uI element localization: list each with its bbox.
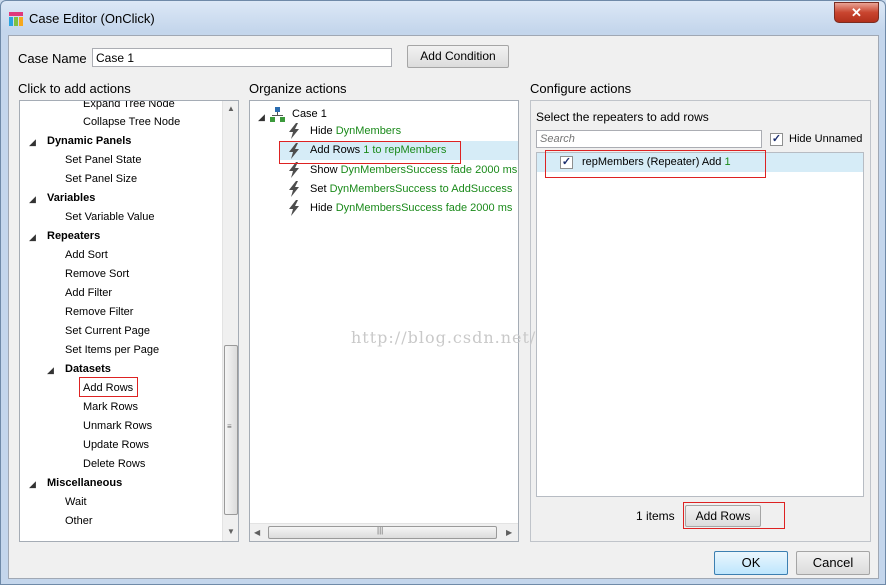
scroll-up-arrow-icon[interactable]: ▲ [227, 104, 235, 113]
action-verb: Hide [310, 125, 333, 137]
action-verb: Set [310, 183, 327, 195]
collapse-triangle-icon[interactable]: ◢ [258, 112, 265, 123]
tree-group-repeaters[interactable]: Repeaters [47, 227, 100, 246]
tree-item-other[interactable]: Other [65, 512, 93, 531]
action-row[interactable]: Show DynMembersSuccess fade 2000 ms [280, 160, 518, 180]
action-detail: DynMembersSuccess fade 2000 ms [340, 164, 518, 176]
tree-item-expand-tree-node[interactable]: Expand Tree Node [83, 101, 175, 114]
tree-item-set-panel-state[interactable]: Set Panel State [65, 151, 141, 170]
tree-item-set-current-page[interactable]: Set Current Page [65, 322, 150, 341]
tree-item-delete-rows[interactable]: Delete Rows [83, 455, 145, 474]
tree-group-variables[interactable]: Variables [47, 189, 95, 208]
search-input[interactable] [536, 130, 762, 148]
action-verb: Hide [310, 202, 333, 214]
title-bar[interactable]: Case Editor (OnClick) ✕ [1, 1, 885, 35]
close-button[interactable]: ✕ [834, 2, 879, 23]
collapse-triangle-icon[interactable]: ◢ [29, 232, 36, 243]
case-name-label: Case Name [18, 51, 87, 66]
scroll-right-arrow-icon[interactable]: ▶ [506, 528, 512, 537]
action-verb: Show [310, 164, 338, 176]
case-name-input[interactable] [92, 48, 392, 67]
add-rows-button[interactable]: Add Rows [685, 505, 761, 527]
tree-item-set-panel-size[interactable]: Set Panel Size [65, 170, 137, 189]
action-row[interactable]: Hide DynMembersSuccess fade 2000 ms [280, 198, 518, 218]
actions-tree: Expand Tree Node Collapse Tree Node ◢ Dy… [19, 100, 239, 542]
lightning-bolt-icon [289, 143, 299, 159]
tree-item-add-sort[interactable]: Add Sort [65, 246, 108, 265]
action-detail: DynMembersSuccess to AddSuccess [329, 183, 513, 195]
scroll-grip-icon: ||| [377, 526, 384, 535]
repeater-row[interactable]: ✓ repMembers (Repeater) Add 1 [537, 153, 863, 172]
left-panel-heading: Click to add actions [18, 81, 131, 96]
lightning-bolt-icon [289, 123, 299, 139]
tree-item-update-rows[interactable]: Update Rows [83, 436, 149, 455]
organize-actions-panel: ◢ Case 1 Hide DynMembers Add Rows 1 to r… [249, 100, 519, 542]
watermark: http://blog.csdn.net/ [351, 328, 537, 347]
hide-unnamed-label: Hide Unnamed [789, 133, 863, 145]
lightning-bolt-icon [289, 181, 299, 197]
collapse-triangle-icon[interactable]: ◢ [29, 479, 36, 490]
action-verb: Add Rows [310, 144, 361, 156]
add-condition-button[interactable]: Add Condition [407, 45, 509, 68]
configure-subheading: Select the repeaters to add rows [536, 110, 709, 124]
axure-app-icon [9, 12, 23, 26]
repeater-value[interactable]: 1 [724, 156, 730, 168]
cancel-button[interactable]: Cancel [796, 551, 870, 575]
window-title: Case Editor (OnClick) [29, 11, 155, 26]
middle-horizontal-scrollbar[interactable]: ◀ ||| ▶ [250, 523, 518, 541]
collapse-triangle-icon[interactable]: ◢ [29, 194, 36, 205]
ok-button[interactable]: OK [714, 551, 788, 575]
tree-group-miscellaneous[interactable]: Miscellaneous [47, 474, 122, 493]
lightning-bolt-icon [289, 200, 299, 216]
collapse-triangle-icon[interactable]: ◢ [47, 365, 54, 376]
case-tree-icon [270, 107, 285, 122]
repeater-label: repMembers (Repeater) Add [582, 156, 725, 168]
action-row[interactable]: Hide DynMembers [280, 121, 518, 141]
close-icon: ✕ [851, 5, 862, 20]
repeater-list: ✓ repMembers (Repeater) Add 1 [536, 152, 864, 497]
action-detail: DynMembers [335, 125, 402, 137]
tree-item-unmark-rows[interactable]: Unmark Rows [83, 417, 152, 436]
right-panel-heading: Configure actions [530, 81, 632, 96]
configure-actions-panel: Select the repeaters to add rows ✓ Hide … [530, 100, 871, 542]
tree-item-set-variable-value[interactable]: Set Variable Value [65, 208, 154, 227]
tree-item-add-filter[interactable]: Add Filter [65, 284, 112, 303]
items-count: 1 items [636, 509, 675, 523]
tree-group-dynamic-panels[interactable]: Dynamic Panels [47, 132, 131, 151]
scroll-down-arrow-icon[interactable]: ▼ [227, 527, 235, 536]
tree-item-mark-rows[interactable]: Mark Rows [83, 398, 138, 417]
repeater-checkbox[interactable]: ✓ [560, 156, 573, 169]
collapse-triangle-icon[interactable]: ◢ [29, 137, 36, 148]
tree-item-set-items-per-page[interactable]: Set Items per Page [65, 341, 159, 360]
case-editor-window: Case Editor (OnClick) ✕ Case Name Add Co… [0, 0, 886, 585]
action-detail: DynMembersSuccess fade 2000 ms [335, 202, 513, 214]
tree-group-datasets[interactable]: Datasets [65, 360, 111, 379]
hide-unnamed-checkbox[interactable]: ✓ [770, 133, 783, 146]
scroll-left-arrow-icon[interactable]: ◀ [254, 528, 260, 537]
dialog-client: Case Name Add Condition Click to add act… [8, 35, 879, 579]
middle-panel-heading: Organize actions [249, 81, 347, 96]
tree-item-add-rows[interactable]: Add Rows [83, 379, 133, 398]
tree-item-wait[interactable]: Wait [65, 493, 87, 512]
tree-item-collapse-tree-node[interactable]: Collapse Tree Node [83, 113, 180, 132]
tree-item-remove-sort[interactable]: Remove Sort [65, 265, 129, 284]
lightning-bolt-icon [289, 162, 299, 178]
left-vertical-scrollbar[interactable]: ▲ ≡ ▼ [222, 101, 238, 541]
tree-item-remove-filter[interactable]: Remove Filter [65, 303, 133, 322]
action-row[interactable]: Set DynMembersSuccess to AddSuccess [280, 179, 518, 199]
scroll-grip-icon: ≡ [227, 422, 232, 431]
action-detail: 1 to repMembers [363, 144, 447, 156]
action-row-selected[interactable]: Add Rows 1 to repMembers [280, 141, 518, 160]
